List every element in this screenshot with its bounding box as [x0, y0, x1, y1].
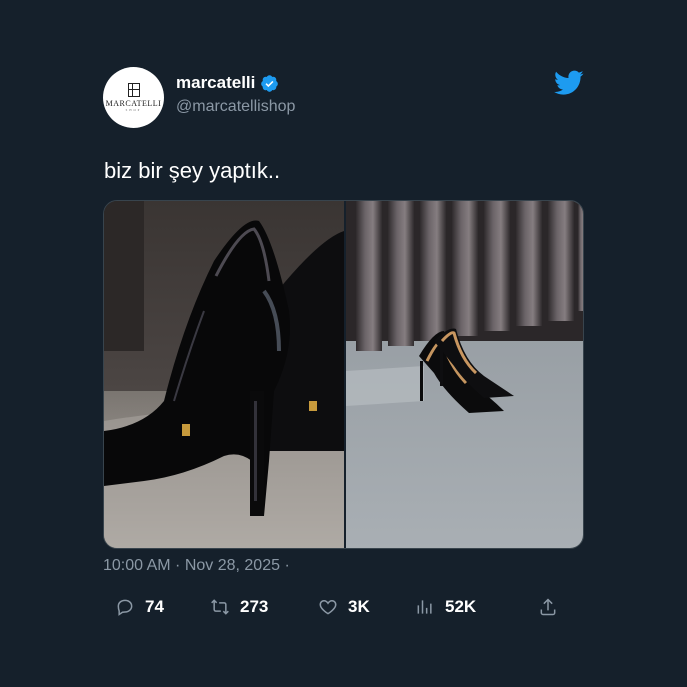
tweet-timestamp[interactable]: 10:00 AM · Nov 28, 2025 · [103, 557, 290, 575]
avatar-brand-text: MARCATELLI [105, 98, 162, 108]
verified-badge-icon [261, 74, 279, 92]
heart-icon [319, 599, 337, 615]
display-name[interactable]: marcatelli [176, 73, 255, 93]
user-handle[interactable]: @marcatellishop [176, 98, 295, 116]
media-grid [104, 201, 584, 549]
twitter-bird-icon[interactable] [554, 70, 584, 96]
retweet-icon [211, 599, 229, 615]
views-icon [417, 600, 432, 614]
views-button[interactable]: 52K [415, 594, 476, 620]
share-button[interactable] [538, 594, 558, 620]
media-photo-closeup[interactable] [104, 201, 344, 549]
reply-button[interactable]: 74 [115, 594, 164, 620]
share-icon [540, 598, 556, 616]
media-photo-pair[interactable] [346, 201, 584, 549]
logo-mark-icon [127, 82, 140, 97]
avatar[interactable]: MARCATELLI SHOP [103, 67, 164, 128]
tweet-media[interactable] [103, 200, 584, 549]
reply-icon [117, 599, 133, 616]
action-bar: 74 273 3K 52K [0, 594, 687, 620]
tweet-text: biz bir şey yaptık.. [104, 158, 281, 183]
reply-count: 74 [145, 597, 164, 616]
like-count: 3K [348, 597, 370, 616]
views-count: 52K [445, 597, 477, 616]
avatar-sub-text: SHOP [125, 107, 142, 112]
name-row: marcatelli [176, 73, 279, 93]
like-button[interactable]: 3K [318, 594, 370, 620]
retweet-count: 273 [240, 597, 269, 616]
retweet-button[interactable]: 273 [210, 594, 268, 620]
tweet-card: MARCATELLI SHOP marcatelli @marcatellish… [0, 0, 687, 687]
